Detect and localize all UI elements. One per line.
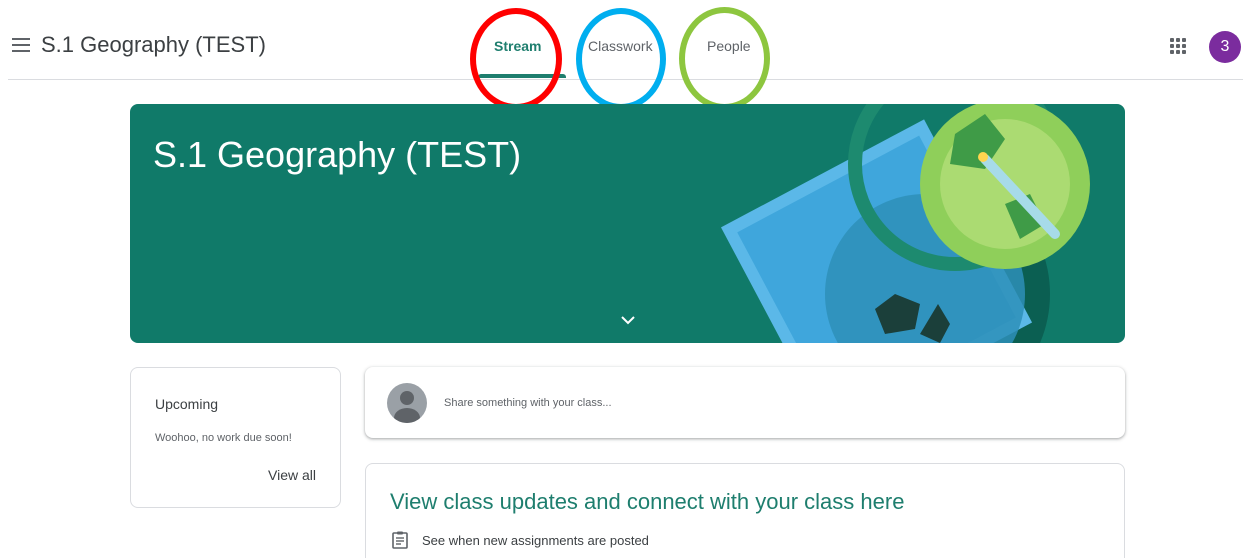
class-title[interactable]: S.1 Geography (TEST) (41, 32, 266, 58)
updates-item-text: See when new assignments are posted (422, 533, 649, 548)
view-all-link[interactable]: View all (268, 467, 316, 483)
upcoming-message: Woohoo, no work due soon! (155, 432, 292, 444)
assignment-icon (392, 531, 408, 549)
banner-title: S.1 Geography (TEST) (153, 134, 522, 175)
class-banner: S.1 Geography (TEST) (130, 104, 1125, 343)
google-apps-grid-icon[interactable] (1170, 38, 1186, 54)
share-placeholder[interactable]: Share something with your class... (444, 397, 612, 409)
updates-heading: View class updates and connect with your… (390, 489, 905, 514)
chevron-down-icon[interactable] (618, 310, 638, 330)
annotation-circle-stream (470, 8, 562, 110)
annotation-circle-classwork (576, 8, 666, 110)
account-avatar[interactable]: 3 (1209, 31, 1241, 63)
upcoming-title: Upcoming (155, 396, 219, 412)
share-post-box[interactable]: Share something with your class... (365, 367, 1125, 438)
upcoming-card: Upcoming Woohoo, no work due soon! View … (130, 367, 341, 508)
user-avatar-placeholder-icon (387, 383, 427, 423)
banner-globe-illustration (720, 104, 1090, 343)
hamburger-menu-icon[interactable] (12, 38, 32, 54)
class-updates-card: View class updates and connect with your… (365, 463, 1125, 558)
annotation-circle-people (679, 7, 770, 110)
